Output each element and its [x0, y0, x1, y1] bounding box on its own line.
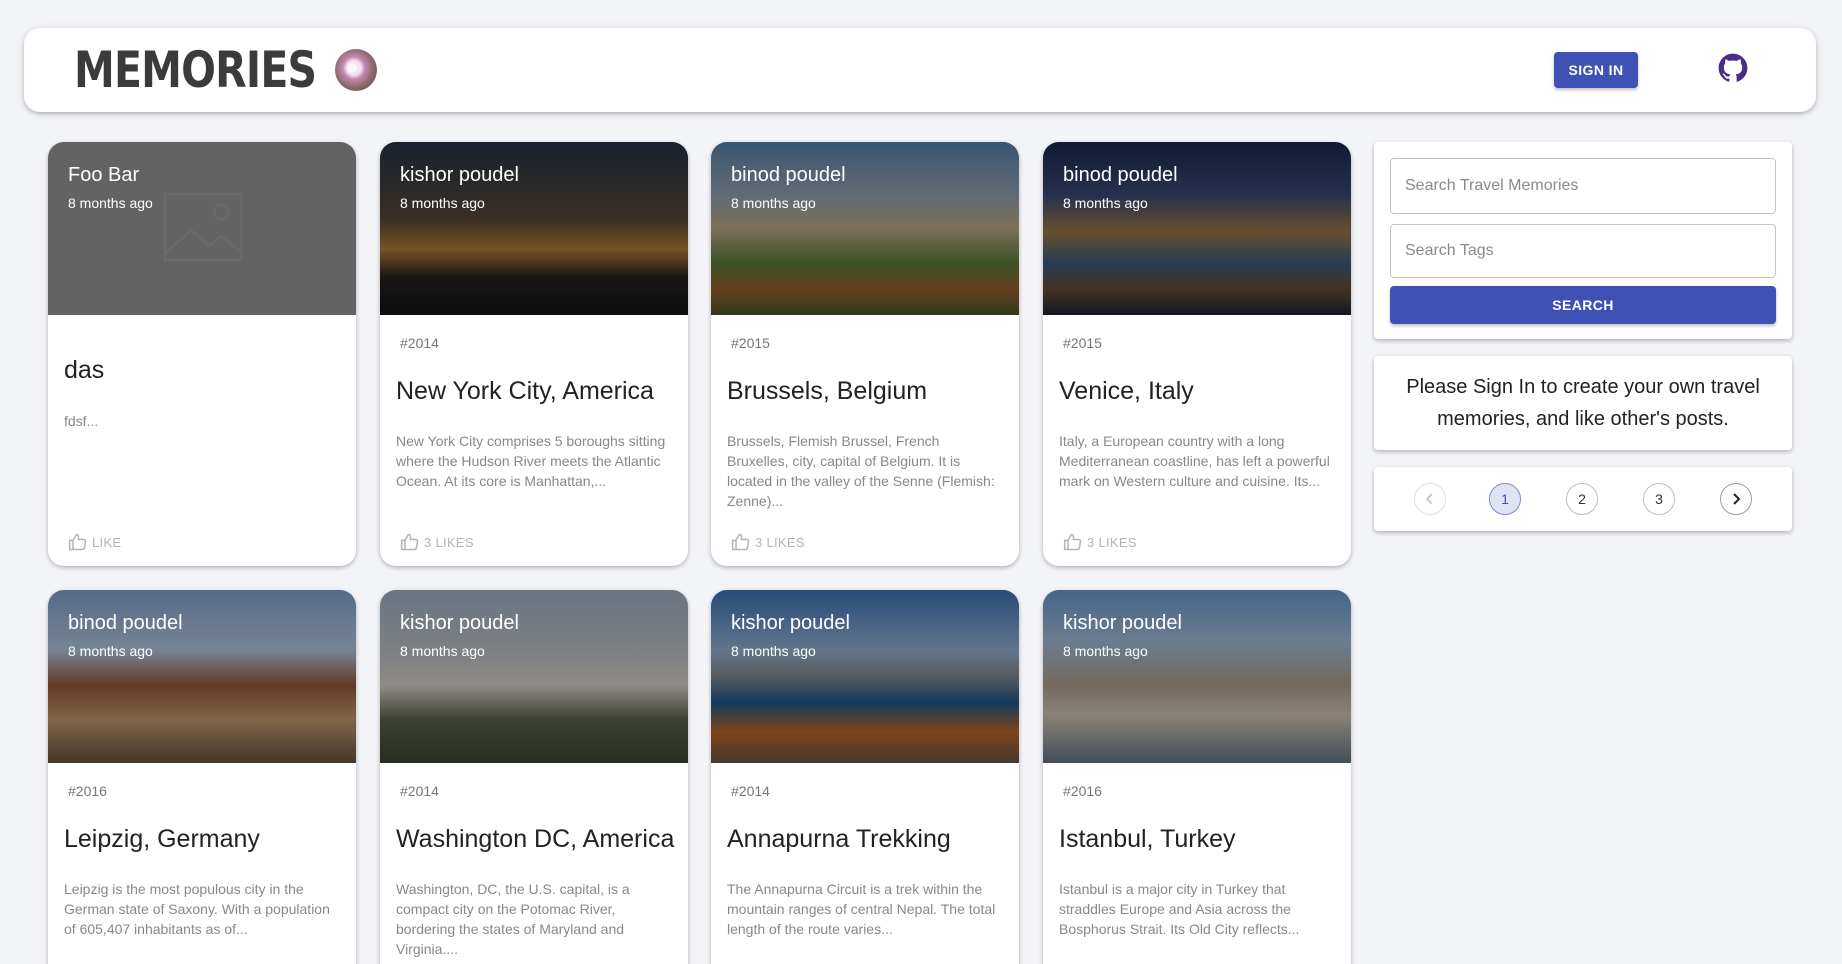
like-label: 3 LIKES — [755, 534, 805, 550]
flower-logo-icon[interactable] — [335, 49, 378, 91]
like-button[interactable]: 3 LIKES — [1063, 532, 1137, 552]
sign-in-notice: Please Sign In to create your own travel… — [1374, 356, 1792, 450]
card-author: binod poudel — [731, 164, 846, 186]
card-author: kishor poudel — [731, 612, 850, 634]
page-button-1[interactable]: 1 — [1489, 483, 1521, 515]
card-tags: #2014 — [400, 335, 439, 351]
card-message: Washington, DC, the U.S. capital, is a c… — [396, 881, 630, 957]
like-button[interactable]: 3 LIKES — [400, 532, 474, 552]
thumb-up-icon — [400, 533, 419, 551]
page-button-2[interactable]: 2 — [1566, 483, 1598, 515]
card-message: New York City comprises 5 boroughs sitti… — [396, 433, 666, 489]
card-message: Istanbul is a major city in Turkey that … — [1059, 881, 1300, 937]
search-button[interactable]: SEARCH — [1390, 286, 1776, 324]
search-tags-input[interactable] — [1390, 224, 1776, 278]
post-card[interactable]: binod poudel 8 months ago #2015 Brussels… — [711, 142, 1019, 566]
like-label: 3 LIKES — [424, 534, 474, 550]
card-tags: #2014 — [731, 783, 770, 799]
like-label: 3 LIKES — [1087, 534, 1137, 550]
card-message: fdsf... — [64, 413, 99, 429]
card-title: das — [64, 356, 105, 384]
sign-in-notice-text: Please Sign In to create your own travel… — [1406, 376, 1760, 430]
card-title: Washington DC, America — [396, 825, 675, 853]
card-time: 8 months ago — [731, 643, 816, 659]
card-title: Venice, Italy — [1059, 377, 1194, 405]
card-title: New York City, America — [396, 377, 654, 405]
post-card[interactable]: kishor poudel 8 months ago #2014 Washing… — [380, 590, 688, 964]
card-author: binod poudel — [1063, 164, 1178, 186]
chevron-right-icon — [1733, 493, 1741, 505]
card-tags: #2016 — [1063, 783, 1102, 799]
card-time: 8 months ago — [400, 643, 485, 659]
post-card[interactable]: kishor poudel 8 months ago #2014 Annapur… — [711, 590, 1019, 964]
like-label: LIKE — [92, 534, 122, 550]
card-title: Annapurna Trekking — [727, 825, 951, 853]
brand-title[interactable]: MEMORIES — [74, 45, 317, 95]
sign-in-button[interactable]: SIGN IN — [1554, 52, 1638, 88]
card-author: kishor poudel — [400, 164, 519, 186]
card-title: Leipzig, Germany — [64, 825, 260, 853]
post-card[interactable]: kishor poudel 8 months ago #2014 New Yor… — [380, 142, 688, 566]
card-message: Brussels, Flemish Brussel, French Bruxel… — [727, 433, 995, 509]
card-time: 8 months ago — [68, 195, 153, 211]
image-placeholder-icon — [163, 192, 243, 262]
post-card[interactable]: binod poudel 8 months ago #2015 Venice, … — [1043, 142, 1351, 566]
post-card[interactable]: Foo Bar 8 months ago das fdsf... LIKE — [48, 142, 356, 566]
chevron-left-icon — [1425, 493, 1433, 505]
card-message: Italy, a European country with a long Me… — [1059, 433, 1330, 489]
thumb-up-icon — [1063, 533, 1082, 551]
thumb-up-icon — [68, 533, 87, 551]
pagination: 1 2 3 — [1374, 467, 1792, 531]
page-button-3[interactable]: 3 — [1643, 483, 1675, 515]
card-message: The Annapurna Circuit is a trek within t… — [727, 881, 996, 937]
post-card[interactable]: kishor poudel 8 months ago #2016 Istanbu… — [1043, 590, 1351, 964]
github-icon[interactable] — [1718, 53, 1748, 83]
search-memories-input[interactable] — [1390, 158, 1776, 214]
prev-page-button[interactable] — [1414, 483, 1446, 515]
card-title: Brussels, Belgium — [727, 377, 928, 405]
app-bar: MEMORIES SIGN IN — [24, 28, 1816, 112]
card-time: 8 months ago — [400, 195, 485, 211]
card-tags: #2015 — [731, 335, 770, 351]
like-button[interactable]: LIKE — [68, 532, 121, 552]
next-page-button[interactable] — [1720, 483, 1752, 515]
card-time: 8 months ago — [68, 643, 153, 659]
card-time: 8 months ago — [1063, 195, 1148, 211]
post-card[interactable]: binod poudel 8 months ago #2016 Leipzig,… — [48, 590, 356, 964]
card-author: kishor poudel — [1063, 612, 1182, 634]
card-tags: #2014 — [400, 783, 439, 799]
card-tags: #2015 — [1063, 335, 1102, 351]
card-author: kishor poudel — [400, 612, 519, 634]
card-time: 8 months ago — [1063, 643, 1148, 659]
card-tags: #2016 — [68, 783, 107, 799]
card-author: binod poudel — [68, 612, 183, 634]
card-author: Foo Bar — [68, 164, 140, 186]
card-time: 8 months ago — [731, 195, 816, 211]
brand[interactable]: MEMORIES — [74, 45, 378, 95]
search-panel: SEARCH — [1374, 142, 1792, 339]
card-title: Istanbul, Turkey — [1059, 825, 1236, 853]
thumb-up-icon — [731, 533, 750, 551]
card-message: Leipzig is the most populous city in the… — [64, 881, 330, 937]
like-button[interactable]: 3 LIKES — [731, 532, 805, 552]
